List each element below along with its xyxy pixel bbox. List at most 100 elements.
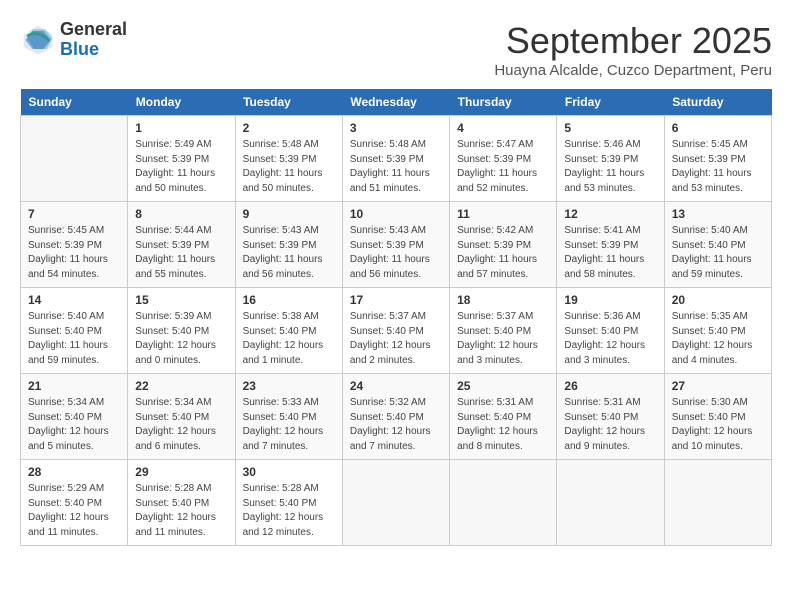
logo-icon — [20, 22, 56, 58]
day-number: 19 — [564, 293, 656, 307]
calendar-cell: 12 Sunrise: 5:41 AM Sunset: 5:39 PM Dayli… — [557, 202, 664, 288]
day-info: Sunrise: 5:35 AM Sunset: 5:40 PM Dayligh… — [672, 310, 764, 368]
calendar-cell — [21, 116, 128, 202]
day-number: 30 — [243, 465, 335, 479]
calendar-cell: 2 Sunrise: 5:48 AM Sunset: 5:39 PM Daylig… — [235, 116, 342, 202]
calendar-cell: 25 Sunrise: 5:31 AM Sunset: 5:40 PM Dayli… — [450, 374, 557, 460]
calendar-cell — [342, 460, 449, 546]
day-number: 10 — [350, 207, 442, 221]
day-number: 7 — [28, 207, 120, 221]
calendar-cell: 30Sunrise: 5:28 AM Sunset: 5:40 PM Dayli… — [235, 460, 342, 546]
day-number: 5 — [564, 121, 656, 135]
calendar-cell: 10 Sunrise: 5:43 AM Sunset: 5:39 PM Dayli… — [342, 202, 449, 288]
day-info: Sunrise: 5:36 AM Sunset: 5:40 PM Dayligh… — [564, 310, 656, 368]
day-info: Sunrise: 5:49 AM Sunset: 5:39 PM Dayligh… — [135, 138, 227, 196]
calendar-week-row: 21 Sunrise: 5:34 AM Sunset: 5:40 PM Dayli… — [21, 374, 772, 460]
day-info: Sunrise: 5:28 AM Sunset: 5:40 PM Dayligh… — [135, 482, 227, 540]
weekday-header-row: SundayMondayTuesdayWednesdayThursdayFrid… — [21, 89, 772, 116]
day-info: Sunrise: 5:37 AM Sunset: 5:40 PM Dayligh… — [457, 310, 549, 368]
calendar-cell: 9 Sunrise: 5:43 AM Sunset: 5:39 PM Daylig… — [235, 202, 342, 288]
day-number: 8 — [135, 207, 227, 221]
calendar-cell: 7Sunrise: 5:45 AM Sunset: 5:39 PM Daylig… — [21, 202, 128, 288]
calendar-cell: 20 Sunrise: 5:35 AM Sunset: 5:40 PM Dayli… — [664, 288, 771, 374]
day-info: Sunrise: 5:39 AM Sunset: 5:40 PM Dayligh… — [135, 310, 227, 368]
day-info: Sunrise: 5:41 AM Sunset: 5:39 PM Dayligh… — [564, 224, 656, 282]
day-number: 11 — [457, 207, 549, 221]
day-number: 22 — [135, 379, 227, 393]
month-title: September 2025 — [494, 20, 772, 62]
day-info: Sunrise: 5:40 AM Sunset: 5:40 PM Dayligh… — [28, 310, 120, 368]
logo: General Blue — [20, 20, 127, 60]
day-number: 16 — [243, 293, 335, 307]
day-info: Sunrise: 5:44 AM Sunset: 5:39 PM Dayligh… — [135, 224, 227, 282]
calendar-cell: 13 Sunrise: 5:40 AM Sunset: 5:40 PM Dayli… — [664, 202, 771, 288]
calendar-cell: 1Sunrise: 5:49 AM Sunset: 5:39 PM Daylig… — [128, 116, 235, 202]
day-number: 25 — [457, 379, 549, 393]
day-number: 20 — [672, 293, 764, 307]
title-block: September 2025 Huayna Alcalde, Cuzco Dep… — [494, 20, 772, 79]
weekday-header: Thursday — [450, 89, 557, 116]
calendar-cell: 8 Sunrise: 5:44 AM Sunset: 5:39 PM Daylig… — [128, 202, 235, 288]
calendar-cell — [450, 460, 557, 546]
day-number: 27 — [672, 379, 764, 393]
day-info: Sunrise: 5:43 AM Sunset: 5:39 PM Dayligh… — [350, 224, 442, 282]
day-info: Sunrise: 5:43 AM Sunset: 5:39 PM Dayligh… — [243, 224, 335, 282]
day-info: Sunrise: 5:29 AM Sunset: 5:40 PM Dayligh… — [28, 482, 120, 540]
calendar-cell: 15 Sunrise: 5:39 AM Sunset: 5:40 PM Dayli… — [128, 288, 235, 374]
day-info: Sunrise: 5:38 AM Sunset: 5:40 PM Dayligh… — [243, 310, 335, 368]
day-info: Sunrise: 5:40 AM Sunset: 5:40 PM Dayligh… — [672, 224, 764, 282]
day-number: 3 — [350, 121, 442, 135]
day-number: 21 — [28, 379, 120, 393]
day-info: Sunrise: 5:31 AM Sunset: 5:40 PM Dayligh… — [457, 396, 549, 454]
calendar-cell: 22 Sunrise: 5:34 AM Sunset: 5:40 PM Dayli… — [128, 374, 235, 460]
weekday-header: Wednesday — [342, 89, 449, 116]
calendar-week-row: 28 Sunrise: 5:29 AM Sunset: 5:40 PM Dayli… — [21, 460, 772, 546]
page-header: General Blue September 2025 Huayna Alcal… — [20, 20, 772, 79]
day-number: 9 — [243, 207, 335, 221]
day-number: 17 — [350, 293, 442, 307]
day-number: 4 — [457, 121, 549, 135]
weekday-header: Friday — [557, 89, 664, 116]
calendar-cell: 4Sunrise: 5:47 AM Sunset: 5:39 PM Daylig… — [450, 116, 557, 202]
day-info: Sunrise: 5:31 AM Sunset: 5:40 PM Dayligh… — [564, 396, 656, 454]
day-info: Sunrise: 5:34 AM Sunset: 5:40 PM Dayligh… — [135, 396, 227, 454]
day-number: 6 — [672, 121, 764, 135]
day-number: 28 — [28, 465, 120, 479]
day-info: Sunrise: 5:32 AM Sunset: 5:40 PM Dayligh… — [350, 396, 442, 454]
day-number: 24 — [350, 379, 442, 393]
calendar-cell: 11 Sunrise: 5:42 AM Sunset: 5:39 PM Dayli… — [450, 202, 557, 288]
day-info: Sunrise: 5:34 AM Sunset: 5:40 PM Dayligh… — [28, 396, 120, 454]
calendar-cell: 16 Sunrise: 5:38 AM Sunset: 5:40 PM Dayli… — [235, 288, 342, 374]
day-info: Sunrise: 5:48 AM Sunset: 5:39 PM Dayligh… — [350, 138, 442, 196]
calendar-cell: 19 Sunrise: 5:36 AM Sunset: 5:40 PM Dayli… — [557, 288, 664, 374]
calendar-cell: 23 Sunrise: 5:33 AM Sunset: 5:40 PM Dayli… — [235, 374, 342, 460]
location-subtitle: Huayna Alcalde, Cuzco Department, Peru — [494, 62, 772, 79]
weekday-header: Monday — [128, 89, 235, 116]
calendar-table: SundayMondayTuesdayWednesdayThursdayFrid… — [20, 89, 772, 546]
calendar-cell: 6Sunrise: 5:45 AM Sunset: 5:39 PM Daylig… — [664, 116, 771, 202]
day-number: 18 — [457, 293, 549, 307]
day-number: 12 — [564, 207, 656, 221]
day-info: Sunrise: 5:48 AM Sunset: 5:39 PM Dayligh… — [243, 138, 335, 196]
calendar-week-row: 1Sunrise: 5:49 AM Sunset: 5:39 PM Daylig… — [21, 116, 772, 202]
weekday-header: Saturday — [664, 89, 771, 116]
calendar-cell: 26Sunrise: 5:31 AM Sunset: 5:40 PM Dayli… — [557, 374, 664, 460]
calendar-cell: 28 Sunrise: 5:29 AM Sunset: 5:40 PM Dayli… — [21, 460, 128, 546]
day-info: Sunrise: 5:33 AM Sunset: 5:40 PM Dayligh… — [243, 396, 335, 454]
day-info: Sunrise: 5:42 AM Sunset: 5:39 PM Dayligh… — [457, 224, 549, 282]
day-number: 2 — [243, 121, 335, 135]
calendar-cell: 3 Sunrise: 5:48 AM Sunset: 5:39 PM Daylig… — [342, 116, 449, 202]
calendar-cell — [664, 460, 771, 546]
weekday-header: Sunday — [21, 89, 128, 116]
calendar-week-row: 7Sunrise: 5:45 AM Sunset: 5:39 PM Daylig… — [21, 202, 772, 288]
calendar-cell: 29Sunrise: 5:28 AM Sunset: 5:40 PM Dayli… — [128, 460, 235, 546]
calendar-cell: 21 Sunrise: 5:34 AM Sunset: 5:40 PM Dayli… — [21, 374, 128, 460]
day-number: 14 — [28, 293, 120, 307]
day-info: Sunrise: 5:46 AM Sunset: 5:39 PM Dayligh… — [564, 138, 656, 196]
logo-text: General Blue — [60, 20, 127, 60]
day-number: 15 — [135, 293, 227, 307]
calendar-cell: 24 Sunrise: 5:32 AM Sunset: 5:40 PM Dayli… — [342, 374, 449, 460]
day-number: 13 — [672, 207, 764, 221]
calendar-cell: 17Sunrise: 5:37 AM Sunset: 5:40 PM Dayli… — [342, 288, 449, 374]
day-number: 23 — [243, 379, 335, 393]
